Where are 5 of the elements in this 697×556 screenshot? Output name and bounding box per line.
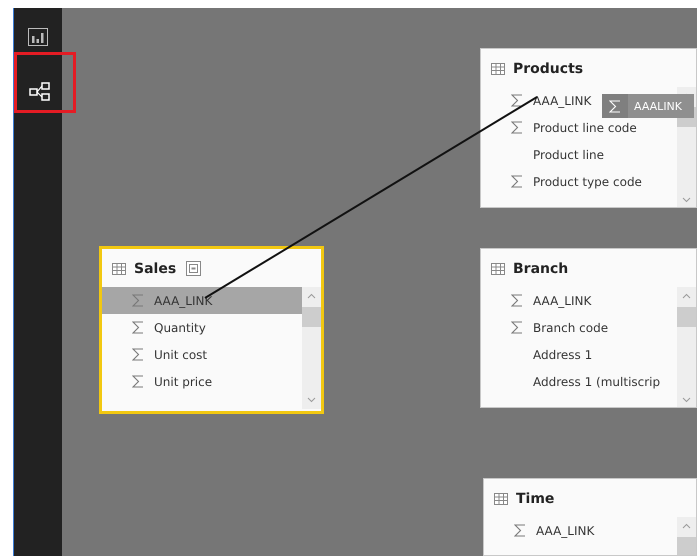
- table-title: Branch: [513, 260, 568, 276]
- drag-tooltip: AAALINK: [602, 94, 694, 118]
- table-title: Sales: [134, 260, 176, 276]
- table-title: Products: [513, 60, 584, 76]
- table-title: Time: [516, 490, 554, 506]
